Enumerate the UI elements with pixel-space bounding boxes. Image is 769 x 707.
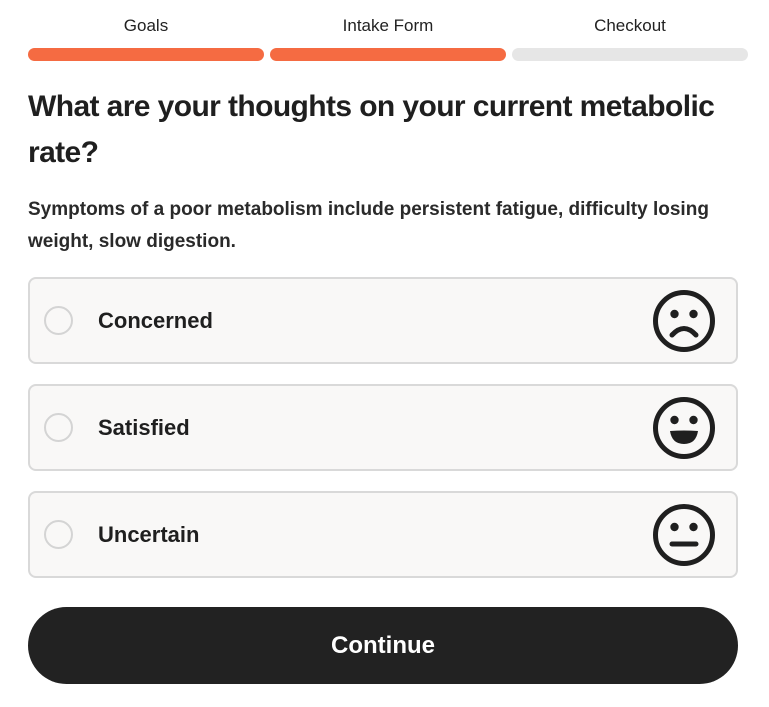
step-label-intake-form: Intake Form xyxy=(342,16,434,35)
option-label-concerned: Concerned xyxy=(98,307,213,333)
neutral-face-icon xyxy=(653,503,715,566)
option-label-uncertain: Uncertain xyxy=(98,521,200,547)
step-checkout: Checkout xyxy=(512,14,748,62)
step-label-checkout: Checkout xyxy=(594,16,666,35)
step-bar-checkout xyxy=(512,48,748,61)
step-intake-form: Intake Form xyxy=(270,14,506,62)
step-bar-goals xyxy=(28,48,264,61)
step-label-goals: Goals xyxy=(123,16,169,35)
continue-button[interactable]: Continue xyxy=(28,607,738,684)
radio-uncertain[interactable] xyxy=(44,520,73,549)
frown-face-icon xyxy=(653,289,715,352)
step-goals: Goals xyxy=(28,14,264,62)
step-bar-intake-form xyxy=(270,48,506,61)
question-subtitle: Symptoms of a poor metabolism include pe… xyxy=(28,199,709,252)
progress-steps: Goals Intake Form Checkout xyxy=(28,14,748,62)
radio-concerned[interactable] xyxy=(44,306,73,335)
smile-face-icon xyxy=(653,396,715,459)
option-label-satisfied: Satisfied xyxy=(98,414,190,440)
option-satisfied[interactable]: Satisfied xyxy=(28,384,738,471)
option-uncertain[interactable]: Uncertain xyxy=(28,491,738,578)
option-concerned[interactable]: Concerned xyxy=(28,277,738,364)
radio-satisfied[interactable] xyxy=(44,413,73,442)
question-title: What are your thoughts on your current m… xyxy=(28,90,715,169)
options-list: Concerned Satisfied Uncertain xyxy=(28,277,738,578)
